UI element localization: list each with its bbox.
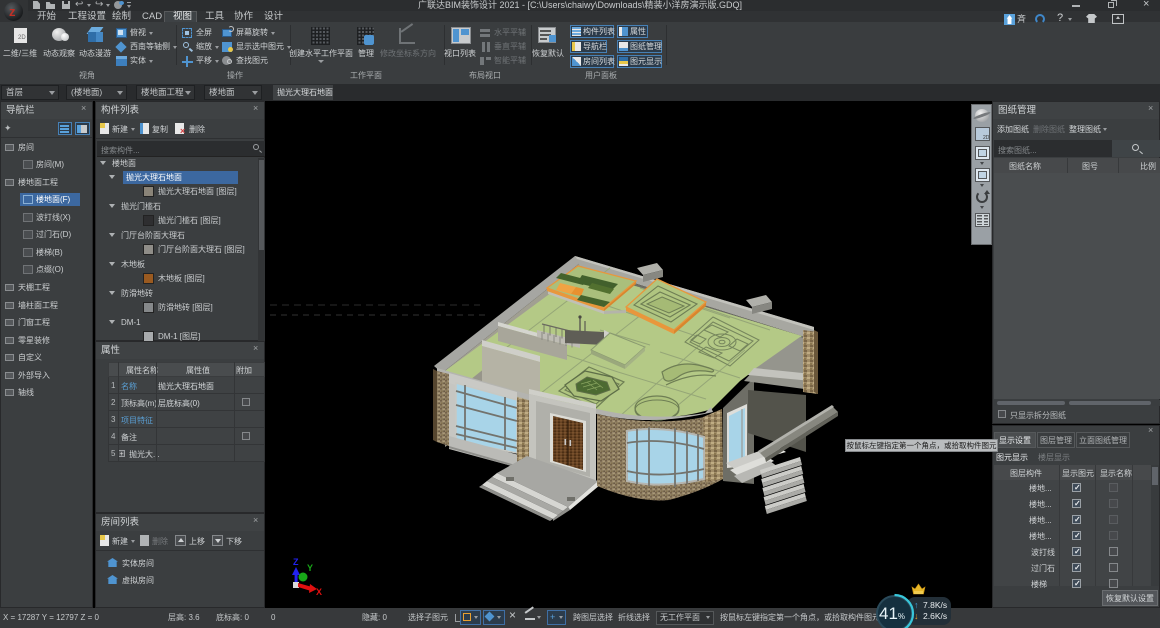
svg-text:Z: Z (293, 557, 299, 567)
svg-text:Y: Y (307, 563, 313, 573)
svg-text:X: X (316, 587, 322, 597)
